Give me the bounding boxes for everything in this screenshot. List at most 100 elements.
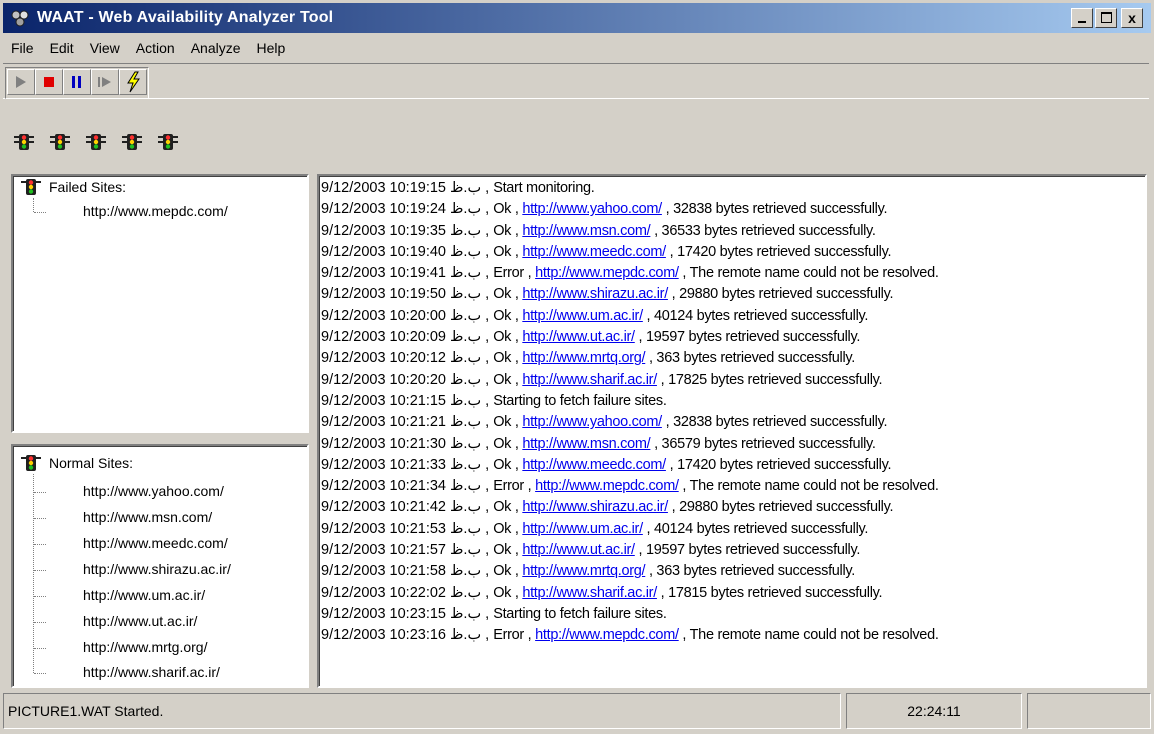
normal-sites-header[interactable]: Normal Sites: [21, 454, 133, 472]
analyze-button[interactable] [119, 69, 147, 95]
log-timestamp: 9/12/2003 10:23:16 ب.ظ [321, 627, 482, 644]
log-entry: 9/12/2003 10:20:00 ب.ظ , Ok , http://www… [321, 306, 939, 327]
minimize-icon[interactable] [1071, 8, 1093, 28]
log-url-link[interactable]: http://www.shirazu.ac.ir/ [522, 499, 668, 515]
log-status: , Ok , [481, 286, 523, 303]
step-icon [98, 77, 111, 87]
log-message: , 363 bytes retrieved successfully. [645, 563, 856, 580]
normal-site-item[interactable]: http://www.msn.com/ [83, 509, 212, 525]
log-entry: 9/12/2003 10:21:15 ب.ظ , Starting to fet… [321, 391, 939, 412]
tree-connector [34, 212, 46, 213]
log-message: , 40124 bytes retrieved successfully. [642, 520, 869, 537]
log-entry: 9/12/2003 10:21:58 ب.ظ , Ok , http://www… [321, 561, 939, 582]
log-url-link[interactable]: http://www.msn.com/ [522, 223, 650, 239]
log-url-link[interactable]: http://www.mepdc.com/ [535, 478, 679, 494]
failed-sites-tree[interactable]: Failed Sites: http://www.mepdc.com/ [11, 174, 309, 433]
normal-sites-label: Normal Sites: [49, 455, 134, 471]
log-timestamp: 9/12/2003 10:19:15 ب.ظ [321, 180, 482, 196]
tree-connector [34, 492, 46, 493]
status-lights [14, 133, 178, 151]
stop-icon [44, 77, 54, 87]
log-timestamp: 9/12/2003 10:19:41 ب.ظ [321, 265, 482, 282]
log-url-link[interactable]: http://www.mepdc.com/ [535, 265, 679, 281]
log-status: , Error , [481, 627, 536, 644]
log-url-link[interactable]: http://www.ut.ac.ir/ [522, 542, 635, 558]
normal-site-item[interactable]: http://www.mrtg.org/ [83, 639, 207, 655]
log-status: , Ok , [481, 542, 523, 559]
log-message: , 32838 bytes retrieved successfully. [661, 414, 888, 431]
log-status: , Ok , [481, 563, 523, 580]
log-timestamp: 9/12/2003 10:19:50 ب.ظ [321, 286, 482, 303]
log-message: , 36533 bytes retrieved successfully. [650, 222, 876, 239]
play-button[interactable] [7, 69, 35, 95]
normal-site-item[interactable]: http://www.meedc.com/ [83, 535, 228, 551]
normal-site-item[interactable]: http://www.um.ac.ir/ [83, 587, 205, 603]
close-icon[interactable]: x [1121, 8, 1143, 28]
log-entry: 9/12/2003 10:21:53 ب.ظ , Ok , http://www… [321, 519, 939, 540]
log-timestamp: 9/12/2003 10:21:33 ب.ظ [321, 456, 482, 473]
menu-action[interactable]: Action [128, 40, 183, 56]
log-view[interactable]: 9/12/2003 10:19:15 ب.ظ , Start monitorin… [317, 174, 1147, 688]
log-status: , Start monitoring. [481, 180, 595, 196]
lightning-icon [127, 71, 140, 93]
traffic-light-icon [21, 179, 41, 195]
log-status: , Error , [481, 478, 536, 495]
tree-connector [34, 622, 46, 623]
play-icon [16, 76, 26, 88]
log-url-link[interactable]: http://www.sharif.ac.ir/ [522, 372, 657, 388]
stop-button[interactable] [35, 69, 63, 95]
status-clock: 22:24:11 [846, 693, 1022, 729]
log-url-link[interactable]: http://www.um.ac.ir/ [522, 521, 643, 537]
log-url-link[interactable]: http://www.sharif.ac.ir/ [522, 585, 657, 601]
normal-site-item[interactable]: http://www.sharif.ac.ir/ [83, 664, 220, 680]
log-url-link[interactable]: http://www.um.ac.ir/ [522, 308, 643, 324]
log-status: , Ok , [481, 329, 523, 346]
menu-file[interactable]: File [3, 40, 42, 56]
log-url-link[interactable]: http://www.ut.ac.ir/ [522, 329, 635, 345]
log-url-link[interactable]: http://www.shirazu.ac.ir/ [522, 286, 668, 302]
log-timestamp: 9/12/2003 10:21:15 ب.ظ [321, 392, 482, 409]
menu-view[interactable]: View [82, 40, 128, 56]
log-message: , 17420 bytes retrieved successfully. [665, 243, 892, 260]
tree-connector [33, 474, 34, 673]
log-status: , Ok , [481, 456, 523, 473]
log-url-link[interactable]: http://www.msn.com/ [522, 436, 650, 452]
log-message: , 363 bytes retrieved successfully. [645, 350, 856, 367]
tree-connector [33, 198, 34, 212]
log-url-link[interactable]: http://www.meedc.com/ [522, 244, 666, 260]
log-status: , Ok , [481, 201, 523, 218]
menu-analyze[interactable]: Analyze [183, 40, 249, 56]
log-entry: 9/12/2003 10:21:57 ب.ظ , Ok , http://www… [321, 540, 939, 561]
failed-sites-header[interactable]: Failed Sites: [21, 178, 126, 196]
menu-edit[interactable]: Edit [42, 40, 82, 56]
log-url-link[interactable]: http://www.yahoo.com/ [522, 201, 662, 217]
log-url-link[interactable]: http://www.mrtq.org/ [522, 563, 645, 579]
log-entry: 9/12/2003 10:21:21 ب.ظ , Ok , http://www… [321, 412, 939, 433]
log-entry: 9/12/2003 10:21:34 ب.ظ , Error , http://… [321, 476, 939, 497]
normal-site-item[interactable]: http://www.shirazu.ac.ir/ [83, 561, 231, 577]
maximize-icon[interactable] [1095, 8, 1117, 28]
pause-button[interactable] [63, 69, 91, 95]
log-timestamp: 9/12/2003 10:21:58 ب.ظ [321, 563, 482, 580]
status-panel [1027, 693, 1151, 729]
log-status: , Ok , [481, 307, 523, 324]
step-button[interactable] [91, 69, 119, 95]
log-message: , 17825 bytes retrieved successfully. [656, 371, 883, 388]
log-message: , 19597 bytes retrieved successfully. [634, 542, 861, 559]
normal-sites-tree[interactable]: Normal Sites: http://www.yahoo.com/ http… [11, 444, 309, 688]
menu-help[interactable]: Help [249, 40, 294, 56]
log-url-link[interactable]: http://www.mepdc.com/ [535, 627, 679, 643]
normal-site-item[interactable]: http://www.ut.ac.ir/ [83, 613, 197, 629]
failed-site-item[interactable]: http://www.mepdc.com/ [83, 203, 228, 219]
log-timestamp: 9/12/2003 10:21:21 ب.ظ [321, 414, 482, 431]
app-icon [9, 7, 31, 29]
traffic-light-icon [14, 134, 34, 150]
title-bar[interactable]: WAAT - Web Availability Analyzer Tool x [3, 3, 1151, 33]
window-title: WAAT - Web Availability Analyzer Tool [37, 9, 334, 26]
log-url-link[interactable]: http://www.yahoo.com/ [522, 414, 662, 430]
log-url-link[interactable]: http://www.mrtq.org/ [522, 350, 645, 366]
log-url-link[interactable]: http://www.meedc.com/ [522, 457, 666, 473]
log-entry: 9/12/2003 10:20:20 ب.ظ , Ok , http://www… [321, 370, 939, 391]
log-timestamp: 9/12/2003 10:20:09 ب.ظ [321, 329, 482, 346]
normal-site-item[interactable]: http://www.yahoo.com/ [83, 483, 224, 499]
